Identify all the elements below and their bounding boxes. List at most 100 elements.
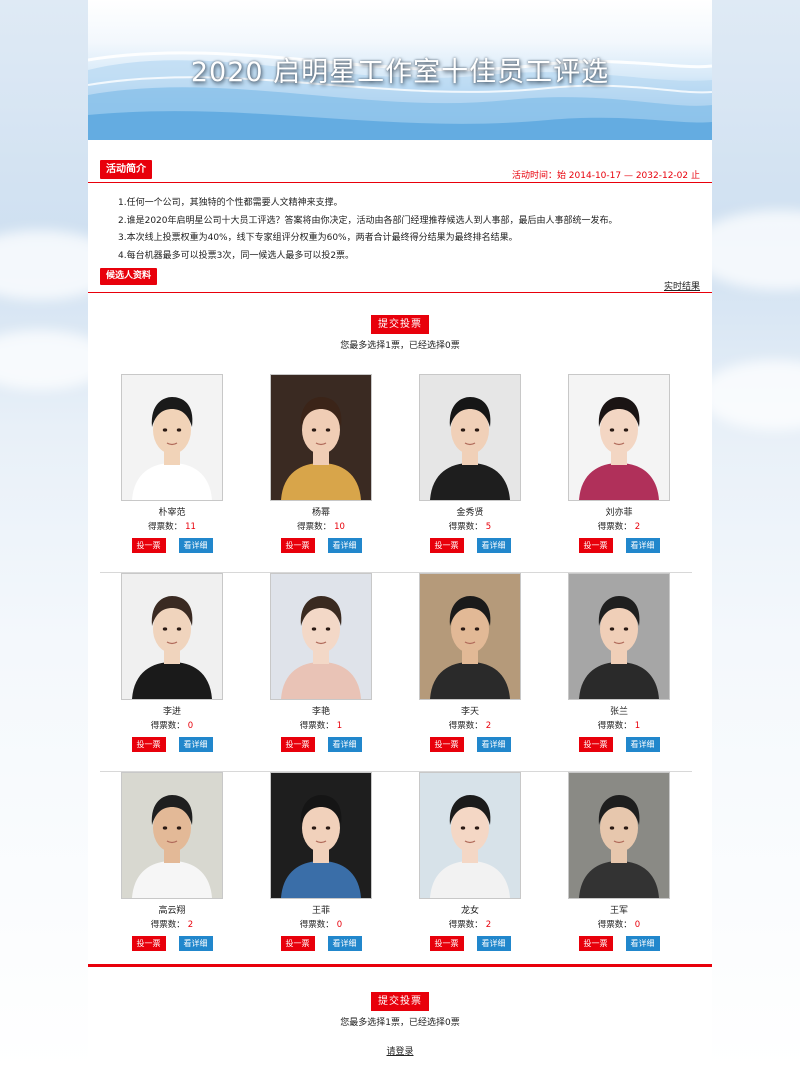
candidate-row: 李进 得票数： 0 投一票 看详细 李艳 得票数： 1 投一票 看详细 李天 得票数： 2 投一票 看详细张… bbox=[88, 573, 712, 772]
candidate-actions: 投一票 看详细 bbox=[418, 936, 522, 951]
divider bbox=[88, 182, 712, 183]
vote-count-value: 5 bbox=[485, 522, 492, 532]
candidate-photo[interactable] bbox=[270, 573, 372, 700]
vote-count: 得票数： 1 bbox=[269, 719, 373, 732]
vote-button[interactable]: 投一票 bbox=[280, 538, 315, 553]
candidate-card: 张兰得票数： 1 投一票 看详细 bbox=[567, 573, 671, 752]
vote-count-label: 得票数： bbox=[297, 522, 332, 532]
candidate-photo[interactable] bbox=[419, 573, 521, 700]
vote-button[interactable]: 投一票 bbox=[578, 936, 613, 951]
candidate-name: 李艳 bbox=[311, 707, 330, 717]
candidate-name: 李进 bbox=[162, 707, 181, 717]
candidate-card: 李天 得票数： 2 投一票 看详细 bbox=[418, 573, 522, 752]
candidate-actions: 投一票 看详细 bbox=[269, 737, 373, 752]
candidate-card: 龙女 得票数： 2 投一票 看详细 bbox=[418, 772, 522, 951]
vote-count-label: 得票数： bbox=[299, 721, 334, 731]
candidate-actions: 投一票 看详细 bbox=[418, 538, 522, 553]
submit-block-bottom: 提交投票 您最多选择1票，已经选择0票 请登录 bbox=[88, 989, 712, 1058]
vote-button[interactable]: 投一票 bbox=[131, 538, 166, 553]
view-detail-button[interactable]: 看详细 bbox=[327, 936, 362, 951]
vote-button[interactable]: 投一票 bbox=[131, 737, 166, 752]
vote-count-label: 得票数： bbox=[299, 920, 334, 930]
submit-vote-button[interactable]: 提交投票 bbox=[371, 315, 429, 334]
vote-button[interactable]: 投一票 bbox=[578, 737, 613, 752]
activity-period: 活动时间：始 2014-10-17 — 2032-12-02 止 bbox=[511, 171, 700, 181]
view-detail-button[interactable]: 看详细 bbox=[476, 538, 511, 553]
vote-button[interactable]: 投一票 bbox=[578, 538, 613, 553]
candidate-card: 王军得票数： 0 投一票 看详细 bbox=[567, 772, 671, 951]
vote-button[interactable]: 投一票 bbox=[280, 936, 315, 951]
candidate-actions: 投一票 看详细 bbox=[120, 737, 224, 752]
candidate-name: 朴宰范 bbox=[158, 508, 186, 518]
page-container: 2020 启明星工作室十佳员工评选 活动简介 活动时间：始 2014-10-17… bbox=[88, 0, 712, 1072]
vote-count-value: 0 bbox=[187, 721, 194, 731]
vote-count-label: 得票数： bbox=[597, 522, 632, 532]
candidate-photo[interactable] bbox=[419, 772, 521, 899]
login-link[interactable]: 请登录 bbox=[386, 1044, 413, 1057]
rule-item: 3.本次线上投票权重为40%，线下专家组评分权重为60%，两者合计最终得分结果为… bbox=[118, 233, 518, 243]
vote-count-value: 10 bbox=[334, 522, 345, 532]
vote-count-value: 0 bbox=[336, 920, 343, 930]
candidate-name: 王菲 bbox=[311, 906, 330, 916]
candidate-name: 王军 bbox=[609, 906, 628, 916]
vote-count-label: 得票数： bbox=[448, 920, 483, 930]
submit-vote-button[interactable]: 提交投票 bbox=[371, 992, 429, 1011]
candidate-photo[interactable] bbox=[419, 374, 521, 501]
candidate-photo[interactable] bbox=[270, 772, 372, 899]
vote-button[interactable]: 投一票 bbox=[429, 737, 464, 752]
vote-count: 得票数： 2 bbox=[418, 918, 522, 931]
candidate-photo[interactable] bbox=[270, 374, 372, 501]
view-detail-button[interactable]: 看详细 bbox=[625, 936, 660, 951]
view-detail-button[interactable]: 看详细 bbox=[178, 538, 213, 553]
view-detail-button[interactable]: 看详细 bbox=[178, 936, 213, 951]
candidate-card: 高云翔 得票数： 2 投一票 看详细 bbox=[120, 772, 224, 951]
page-title: 2020 启明星工作室十佳员工评选 bbox=[190, 57, 610, 88]
view-detail-button[interactable]: 看详细 bbox=[327, 737, 362, 752]
divider bbox=[88, 292, 712, 293]
view-detail-button[interactable]: 看详细 bbox=[625, 737, 660, 752]
candidate-row: 高云翔 得票数： 2 投一票 看详细 王菲 得票数： 0 投一票 看详细 龙女 得票数： 2 投一票 看详细… bbox=[88, 772, 712, 964]
view-detail-button[interactable]: 看详细 bbox=[476, 737, 511, 752]
vote-button[interactable]: 投一票 bbox=[280, 737, 315, 752]
view-detail-button[interactable]: 看详细 bbox=[625, 538, 660, 553]
vote-count: 得票数： 2 bbox=[120, 918, 224, 931]
candidate-actions: 投一票 看详细 bbox=[418, 737, 522, 752]
candidate-photo[interactable] bbox=[121, 772, 223, 899]
vote-count: 得票数： 11 bbox=[120, 520, 224, 533]
vote-count: 得票数： 1 bbox=[567, 719, 671, 732]
vote-count-label: 得票数： bbox=[150, 920, 185, 930]
candidate-actions: 投一票 看详细 bbox=[120, 538, 224, 553]
rule-item: 1.任何一个公司，其独特的个性都需要人文精神来支撑。 bbox=[118, 198, 343, 208]
view-detail-button[interactable]: 看详细 bbox=[178, 737, 213, 752]
intro-section-bar: 活动简介 活动时间：始 2014-10-17 — 2032-12-02 止 bbox=[88, 156, 712, 183]
candidate-photo[interactable] bbox=[568, 374, 670, 501]
header-banner: 2020 启明星工作室十佳员工评选 bbox=[88, 0, 712, 140]
vote-count: 得票数： 0 bbox=[269, 918, 373, 931]
vote-hint: 您最多选择1票，已经选择0票 bbox=[340, 1018, 460, 1028]
vote-count-value: 1 bbox=[336, 721, 343, 731]
candidate-photo[interactable] bbox=[568, 573, 670, 700]
candidate-name: 刘亦菲 bbox=[605, 508, 633, 518]
vote-button[interactable]: 投一票 bbox=[131, 936, 166, 951]
candidate-actions: 投一票 看详细 bbox=[567, 538, 671, 553]
vote-count-label: 得票数： bbox=[148, 522, 183, 532]
vote-button[interactable]: 投一票 bbox=[429, 936, 464, 951]
candidate-actions: 投一票 看详细 bbox=[120, 936, 224, 951]
candidate-card: 李艳得票数： 1 投一票 看详细 bbox=[269, 573, 373, 752]
vote-count: 得票数： 2 bbox=[418, 719, 522, 732]
candidate-name: 金秀贤 bbox=[456, 508, 484, 518]
rules-list: 1.任何一个公司，其独特的个性都需要人文精神来支撑。 2.谁是2020年启明星公… bbox=[88, 183, 712, 265]
candidate-name: 张兰 bbox=[609, 707, 628, 717]
candidate-photo[interactable] bbox=[568, 772, 670, 899]
candidate-actions: 投一票 看详细 bbox=[269, 538, 373, 553]
view-detail-button[interactable]: 看详细 bbox=[476, 936, 511, 951]
vote-button[interactable]: 投一票 bbox=[429, 538, 464, 553]
candidate-photo[interactable] bbox=[121, 573, 223, 700]
vote-count: 得票数： 0 bbox=[567, 918, 671, 931]
vote-count: 得票数： 2 bbox=[567, 520, 671, 533]
realtime-results-link[interactable]: 实时结果 bbox=[664, 279, 700, 292]
candidate-actions: 投一票 看详细 bbox=[269, 936, 373, 951]
candidate-photo[interactable] bbox=[121, 374, 223, 501]
vote-count-value: 1 bbox=[634, 721, 641, 731]
view-detail-button[interactable]: 看详细 bbox=[327, 538, 362, 553]
